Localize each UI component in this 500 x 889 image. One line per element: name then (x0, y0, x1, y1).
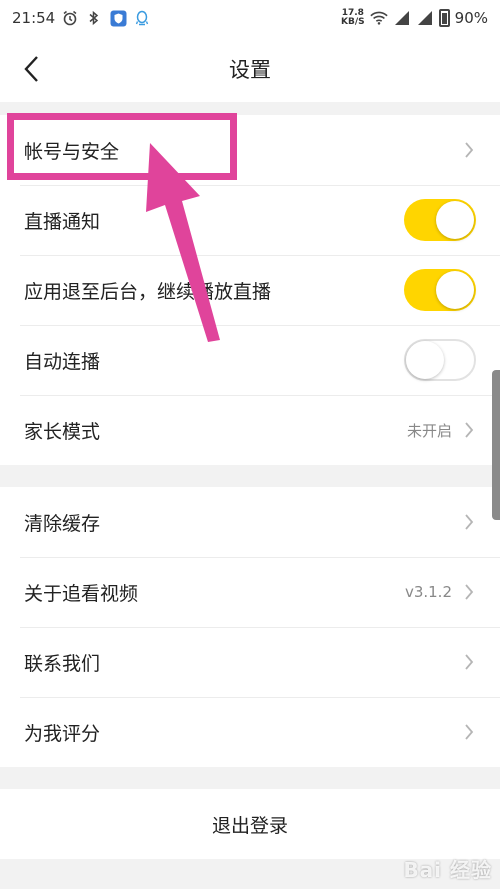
signal-4g-icon (416, 9, 434, 27)
wifi-icon (369, 9, 388, 27)
network-speed-unit: KB/S (341, 17, 365, 27)
row-about[interactable]: 关于追看视频 v3.1.2 (0, 557, 500, 627)
status-bar-right: 17.8 KB/S 90% (341, 9, 488, 27)
row-label: 应用退至后台，继续播放直播 (24, 280, 272, 303)
back-arrow-icon (24, 56, 38, 82)
row-clear-cache[interactable]: 清除缓存 (0, 487, 500, 557)
live-notification-toggle[interactable] (404, 199, 476, 241)
row-label: 关于追看视频 (24, 582, 139, 605)
qq-icon (133, 9, 151, 27)
parental-mode-status: 未开启 (406, 421, 452, 440)
status-bar: 21:54 17.8 KB/S 90% (0, 0, 500, 36)
alarm-icon (61, 9, 79, 27)
battery-percent: 90% (454, 9, 488, 27)
network-speed: 17.8 KB/S (341, 9, 365, 27)
battery-icon (438, 9, 450, 27)
chevron-right-icon (462, 722, 476, 742)
back-button[interactable] (8, 45, 56, 93)
settings-group-1: 帐号与安全 直播通知 应用退至后台，继续播放直播 自动连播 家长模式 未开启 (0, 115, 500, 465)
row-label: 家长模式 (24, 420, 101, 443)
logout-label: 退出登录 (211, 814, 288, 837)
chevron-right-icon (462, 652, 476, 672)
page-title: 设置 (229, 58, 271, 82)
row-label: 直播通知 (24, 210, 101, 233)
logout-group: 退出登录 (0, 789, 500, 859)
chevron-right-icon (462, 582, 476, 602)
settings-group-2: 清除缓存 关于追看视频 v3.1.2 联系我们 为我评分 (0, 487, 500, 767)
row-rate-us[interactable]: 为我评分 (0, 697, 500, 767)
chevron-right-icon (462, 140, 476, 160)
row-live-notification: 直播通知 (0, 185, 500, 255)
toggle-knob (436, 201, 474, 239)
nav-bar: 设置 (0, 36, 500, 102)
row-account-security[interactable]: 帐号与安全 (0, 115, 500, 185)
row-label: 为我评分 (24, 722, 101, 745)
row-label: 帐号与安全 (24, 140, 120, 163)
watermark: Bai 经验 (403, 858, 492, 882)
background-play-toggle[interactable] (404, 269, 476, 311)
row-contact-us[interactable]: 联系我们 (0, 627, 500, 697)
status-time: 21:54 (12, 9, 56, 27)
toggle-knob (436, 271, 474, 309)
toggle-knob (406, 341, 444, 379)
chevron-right-icon (462, 512, 476, 532)
logout-button[interactable]: 退出登录 (0, 789, 500, 859)
chevron-right-icon (462, 420, 476, 440)
autoplay-toggle[interactable] (404, 339, 476, 381)
row-background-play: 应用退至后台，继续播放直播 (0, 255, 500, 325)
row-autoplay: 自动连播 (0, 325, 500, 395)
app-version: v3.1.2 (404, 583, 452, 601)
row-parental-mode[interactable]: 家长模式 未开启 (0, 395, 500, 465)
signal-icon (393, 9, 411, 27)
row-label: 清除缓存 (24, 512, 101, 535)
scroll-indicator (492, 370, 500, 520)
shield-app-icon (109, 9, 127, 27)
status-bar-left: 21:54 (12, 9, 151, 27)
bluetooth-icon (85, 9, 103, 27)
row-label: 联系我们 (24, 652, 101, 675)
row-label: 自动连播 (24, 350, 101, 373)
